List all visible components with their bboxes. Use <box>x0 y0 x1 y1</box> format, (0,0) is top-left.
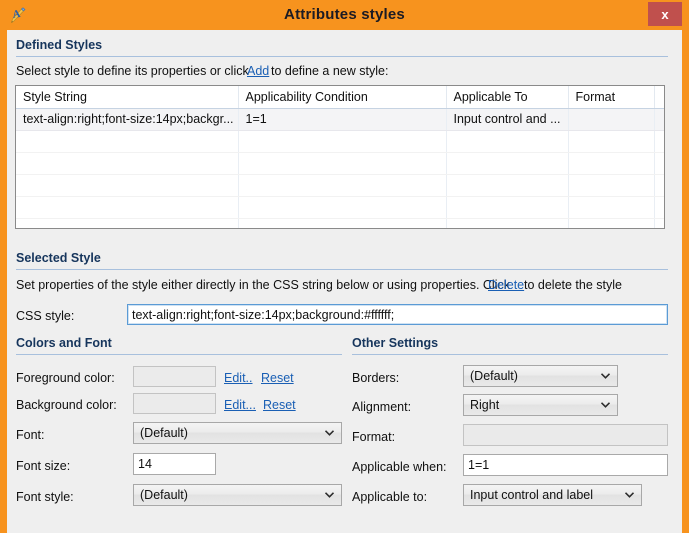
alignment-dropdown[interactable]: Right <box>463 394 618 416</box>
chevron-down-icon <box>601 402 610 408</box>
cell-empty <box>238 152 447 175</box>
foreground-color-swatch[interactable] <box>133 366 216 387</box>
font-style-dropdown[interactable]: (Default) <box>133 484 342 506</box>
cell-empty <box>446 218 569 228</box>
font-size-input[interactable] <box>133 453 216 475</box>
colors-and-font-rule <box>16 354 342 355</box>
selected-style-instruction-after: to delete the style <box>524 278 622 292</box>
borders-dropdown-value: (Default) <box>470 369 518 383</box>
foreground-color-reset-link[interactable]: Reset <box>261 371 294 385</box>
background-color-label: Background color: <box>16 398 117 412</box>
defined-styles-rule <box>16 56 668 57</box>
dialog-window: A Attributes styles x Defined Styles Sel… <box>0 0 689 533</box>
cell-empty <box>446 196 569 219</box>
cell-empty <box>238 218 447 228</box>
column-header-format[interactable]: Format <box>568 86 655 109</box>
applicable-to-dropdown[interactable]: Input control and label <box>463 484 642 506</box>
applicable-to-label: Applicable to: <box>352 490 428 504</box>
cell-empty <box>16 196 239 219</box>
cell-empty <box>446 174 569 197</box>
dialog-content: Defined Styles Select style to define it… <box>7 30 682 533</box>
chevron-down-icon <box>325 492 334 498</box>
cell-style-string: text-align:right;font-size:14px;backgr..… <box>16 108 239 131</box>
colors-and-font-heading: Colors and Font <box>16 336 112 350</box>
font-dropdown[interactable]: (Default) <box>133 422 342 444</box>
font-size-label: Font size: <box>16 459 71 473</box>
font-style-dropdown-value: (Default) <box>140 488 188 502</box>
background-color-edit-link[interactable]: Edit... <box>224 398 256 412</box>
cell-empty <box>654 218 664 228</box>
other-settings-heading: Other Settings <box>352 336 439 350</box>
defined-styles-instruction-before: Select style to define its properties or… <box>16 64 249 78</box>
cell-empty <box>654 196 664 219</box>
table-header-row: Style String Applicability Condition App… <box>16 86 664 109</box>
css-style-input[interactable] <box>127 304 668 325</box>
other-settings-rule <box>352 354 668 355</box>
cell-empty <box>238 130 447 153</box>
cell-applicable-to: Input control and ... <box>446 108 569 131</box>
add-style-link[interactable]: Add <box>247 64 269 78</box>
defined-styles-table[interactable]: Style String Applicability Condition App… <box>15 85 665 229</box>
column-header-style-string[interactable]: Style String <box>16 86 239 109</box>
table-row-empty[interactable] <box>16 130 664 153</box>
selected-style-rule <box>16 269 668 270</box>
delete-style-link[interactable]: Delete <box>488 278 524 292</box>
cell-applicability-condition: 1=1 <box>238 108 447 131</box>
cell-empty <box>654 152 664 175</box>
title-bar: A Attributes styles x <box>0 0 689 30</box>
table-row-empty[interactable] <box>16 196 664 219</box>
table-row[interactable]: text-align:right;font-size:14px;backgr..… <box>16 108 664 131</box>
borders-label: Borders: <box>352 371 400 385</box>
format-input <box>463 424 668 446</box>
column-header-applicable-to[interactable]: Applicable To <box>446 86 569 109</box>
selected-style-heading: Selected Style <box>16 251 101 265</box>
column-header-applicability-condition[interactable]: Applicability Condition <box>238 86 447 109</box>
cell-extra <box>654 108 664 131</box>
table-body: text-align:right;font-size:14px;backgr..… <box>16 108 664 228</box>
css-style-label: CSS style: <box>16 309 75 323</box>
cell-empty <box>16 130 239 153</box>
chevron-down-icon <box>625 492 634 498</box>
foreground-color-edit-link[interactable]: Edit.. <box>224 371 253 385</box>
cell-empty <box>568 130 655 153</box>
selected-style-instruction-before: Set properties of the style either direc… <box>16 278 510 292</box>
table-row-empty[interactable] <box>16 174 664 197</box>
cell-format <box>568 108 655 131</box>
alignment-label: Alignment: <box>352 400 412 414</box>
cell-empty <box>568 218 655 228</box>
cell-empty <box>446 152 569 175</box>
defined-styles-heading: Defined Styles <box>16 38 103 52</box>
cell-empty <box>238 196 447 219</box>
cell-empty <box>446 130 569 153</box>
cell-empty <box>568 196 655 219</box>
window-title: Attributes styles <box>284 6 405 23</box>
close-button[interactable]: x <box>648 2 682 26</box>
font-dropdown-value: (Default) <box>140 426 188 440</box>
font-style-label: Font style: <box>16 490 74 504</box>
cell-empty <box>568 174 655 197</box>
chevron-down-icon <box>601 373 610 379</box>
foreground-color-label: Foreground color: <box>16 371 115 385</box>
cell-empty <box>238 174 447 197</box>
format-label: Format: <box>352 430 396 444</box>
cell-empty <box>16 152 239 175</box>
borders-dropdown[interactable]: (Default) <box>463 365 618 387</box>
background-color-reset-link[interactable]: Reset <box>263 398 296 412</box>
cell-empty <box>568 152 655 175</box>
background-color-swatch[interactable] <box>133 393 216 414</box>
cell-empty <box>16 174 239 197</box>
chevron-down-icon <box>325 430 334 436</box>
cell-empty <box>654 130 664 153</box>
applicable-to-dropdown-value: Input control and label <box>470 488 594 502</box>
defined-styles-instruction-after: to define a new style: <box>271 64 389 78</box>
table-row-empty[interactable] <box>16 152 664 175</box>
applicable-when-label: Applicable when: <box>352 460 447 474</box>
applicable-when-input[interactable] <box>463 454 668 476</box>
column-header-extra[interactable] <box>654 86 664 109</box>
table-row-empty[interactable] <box>16 218 664 228</box>
cell-empty <box>16 218 239 228</box>
font-label: Font: <box>16 428 45 442</box>
alignment-dropdown-value: Right <box>470 398 500 412</box>
cell-empty <box>654 174 664 197</box>
